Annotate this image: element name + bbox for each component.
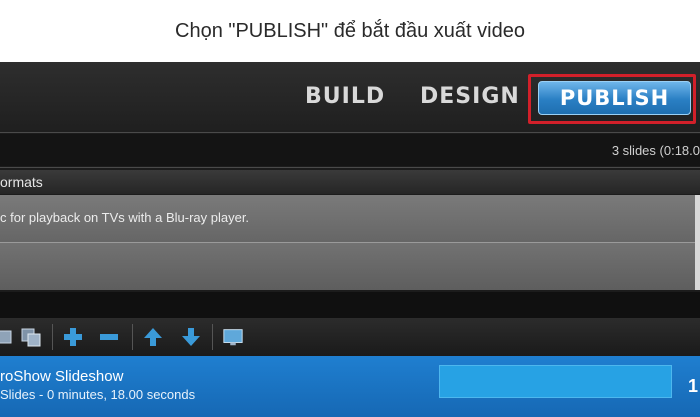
divider — [0, 132, 700, 133]
toolbar-separator — [52, 324, 53, 350]
add-icon[interactable] — [62, 326, 84, 348]
slideshow-progress-bar — [439, 365, 672, 398]
toolbar-separator — [212, 324, 213, 350]
nav-build-tab[interactable]: BUILD — [305, 84, 385, 109]
divider — [0, 167, 700, 168]
top-nav-bar: BUILD DESIGN PUBLISH — [0, 62, 700, 132]
formats-header: ormats — [0, 170, 700, 194]
formats-scrollbar[interactable] — [695, 195, 700, 290]
move-up-icon[interactable] — [142, 326, 164, 348]
edge-label: 1 — [688, 376, 699, 396]
formats-list: c for playback on TVs with a Blu-ray pla… — [0, 195, 695, 290]
publish-button[interactable]: PUBLISH — [538, 81, 691, 115]
slides-icon[interactable] — [0, 326, 16, 348]
copy-icon[interactable] — [20, 326, 42, 348]
slideshow-info: Slides - 0 minutes, 18.00 seconds — [0, 387, 196, 402]
move-down-icon[interactable] — [180, 326, 202, 348]
formats-title: ormats — [0, 174, 43, 190]
format-description: c for playback on TVs with a Blu-ray pla… — [0, 210, 250, 225]
slideshow-item[interactable]: roShow Slideshow Slides - 0 minutes, 18.… — [0, 356, 700, 417]
format-item[interactable] — [0, 243, 695, 290]
monitor-icon[interactable] — [222, 326, 244, 348]
remove-icon[interactable] — [98, 326, 120, 348]
toolbar-separator — [132, 324, 133, 350]
status-strip: 3 slides (0:18.0 — [0, 134, 700, 166]
tutorial-caption: Chọn "PUBLISH" để bắt đầu xuất video — [0, 0, 700, 62]
format-item-bluray[interactable]: c for playback on TVs with a Blu-ray pla… — [0, 195, 695, 243]
slideshow-toolbar — [0, 318, 700, 356]
slide-count-label: 3 slides (0:18.0 — [611, 143, 700, 158]
proshow-window: BUILD DESIGN PUBLISH 3 slides (0:18.0 or… — [0, 62, 700, 417]
panel-gap — [0, 292, 700, 318]
slideshow-title: roShow Slideshow — [0, 368, 124, 385]
nav-design-tab[interactable]: DESIGN — [420, 84, 520, 109]
